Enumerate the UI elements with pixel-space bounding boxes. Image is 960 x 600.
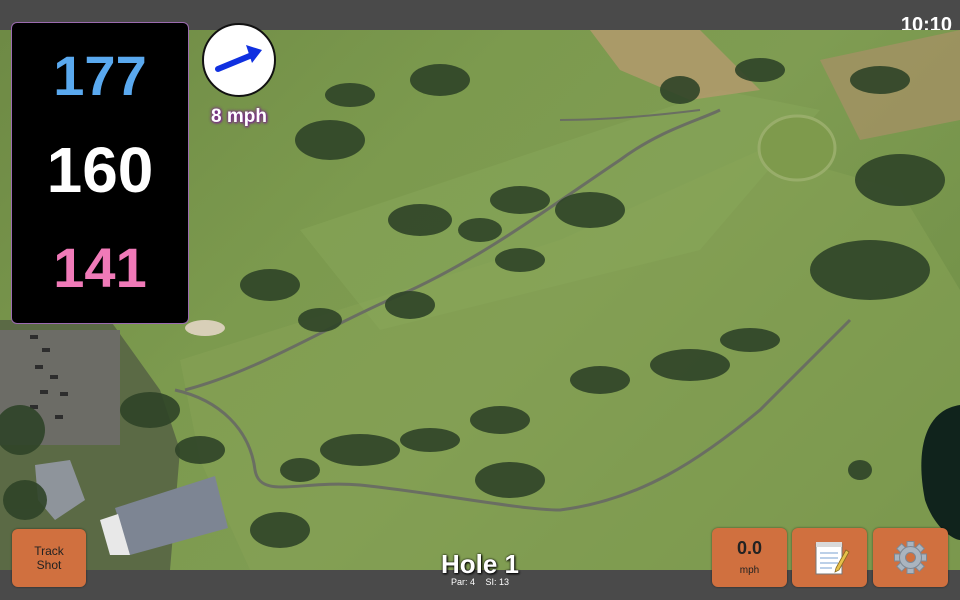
hole-info: Par: 4 SI: 13	[380, 577, 580, 587]
wind-indicator	[202, 23, 276, 97]
speed-button[interactable]: 0.0 mph	[712, 528, 787, 587]
front-distance: 141	[53, 236, 147, 299]
scorecard-notes-button[interactable]	[792, 528, 867, 587]
hole-title: Hole 1	[440, 549, 520, 579]
speed-unit: mph	[739, 565, 760, 576]
speed-value: 0.0	[736, 538, 763, 558]
gear-icon	[894, 541, 927, 574]
hole-stroke-index: SI: 13	[485, 577, 510, 587]
settings-button[interactable]	[873, 528, 948, 587]
wind-arrow-icon	[215, 45, 262, 72]
wind-speed: 8 mph	[211, 106, 267, 127]
notepad-icon	[815, 542, 850, 575]
distance-panel: 177 160 141	[11, 22, 189, 324]
center-distance: 160	[46, 134, 154, 206]
hole-par: Par: 4	[450, 577, 475, 587]
back-distance: 177	[53, 44, 147, 107]
track-shot-button[interactable]: Track Shot	[12, 529, 86, 587]
track-shot-label: Track Shot	[34, 544, 64, 572]
